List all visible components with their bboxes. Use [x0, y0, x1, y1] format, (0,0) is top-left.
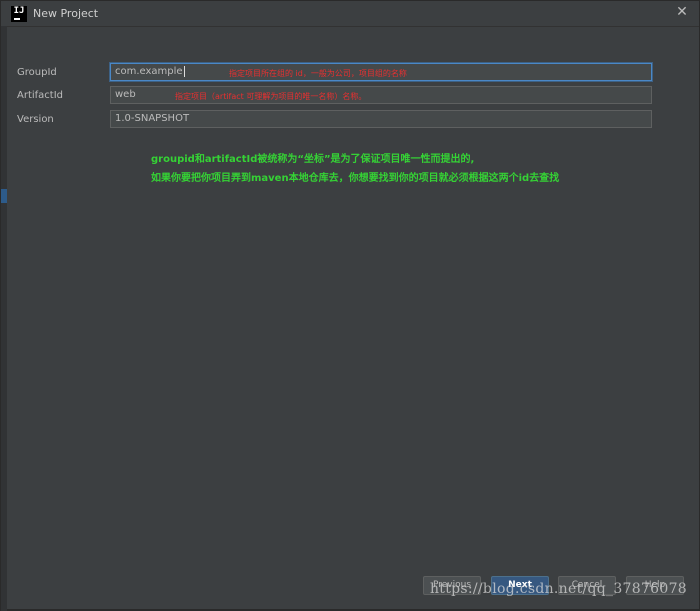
version-row: Version [17, 109, 109, 129]
groupid-row: GroupId [17, 62, 109, 82]
artifactid-value: web [115, 89, 136, 100]
close-icon[interactable]: ✕ [675, 5, 689, 19]
artifactid-annotation: 指定项目（artifact 可理解为项目的唯一名称）名称。 [175, 92, 367, 101]
artifactid-row: ArtifactId [17, 85, 109, 105]
new-project-dialog: IJ New Project ✕ GroupId com.example 指定项… [0, 0, 700, 611]
background-ide-strip [1, 26, 7, 611]
version-label: Version [17, 113, 54, 125]
groupid-value: com.example [115, 66, 183, 77]
version-field[interactable]: 1.0-SNAPSHOT [110, 110, 652, 128]
title-bar: IJ New Project ✕ [1, 1, 699, 27]
artifactid-label: ArtifactId [17, 89, 64, 101]
groupid-annotation: 指定项目所在组的 id，一般为公司，项目组的名称 [229, 69, 407, 78]
explanation-line-1: groupid和artifactId被统称为“坐标”是为了保证项目唯一性而提出的… [151, 154, 475, 165]
text-caret [183, 65, 185, 77]
dialog-title: New Project [33, 7, 99, 20]
csdn-watermark: https://blog.csdn.net/qq_37876078 [429, 581, 687, 597]
version-value: 1.0-SNAPSHOT [115, 113, 190, 124]
groupid-label: GroupId [17, 66, 57, 78]
explanation-line-2: 如果你要把你项目弄到maven本地仓库去，你想要找到你的项目就必须根据这两个id… [151, 173, 560, 184]
intellij-logo-icon: IJ [11, 5, 27, 22]
background-selection-marker [1, 189, 7, 203]
